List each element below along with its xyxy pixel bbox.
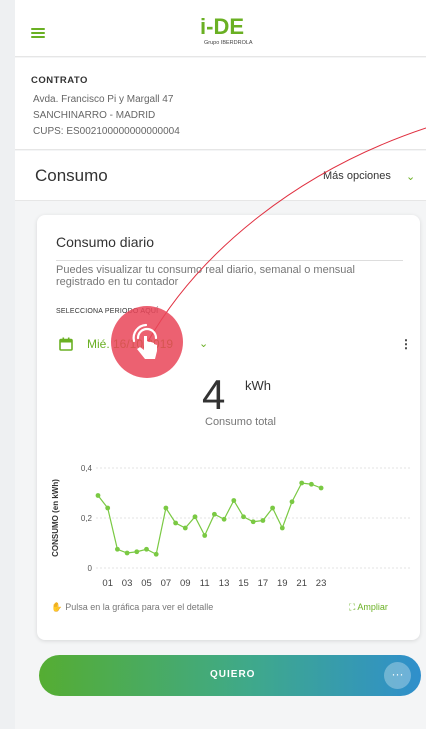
app-screen: i-DE Grupo IBERDROLA CONTRATO Avda. Fran… (15, 0, 426, 729)
data-point (270, 505, 275, 511)
zoom-label: Ampliar (357, 602, 388, 612)
consumo-header: Consumo Más opciones ⌄ (15, 151, 426, 201)
logo-subtitle: Grupo IBERDROLA (204, 40, 253, 46)
zoom-button[interactable]: ⛶ Ampliar (349, 602, 388, 613)
y-axis-label: CONSUMO (en kWh) (51, 479, 60, 557)
data-point (250, 519, 256, 525)
data-point (192, 514, 198, 520)
more-dots-icon[interactable]: ··· (384, 662, 411, 689)
data-point (163, 505, 169, 511)
data-point (95, 493, 101, 498)
x-tick-label: 17 (258, 578, 269, 589)
y-tick-label: 0 (88, 564, 93, 573)
data-point (299, 480, 305, 486)
data-point (260, 518, 266, 523)
contract-city: SANCHINARRO - MADRID (33, 110, 156, 121)
brand-logo: i-DE Grupo IBERDROLA (200, 14, 260, 48)
data-point (318, 485, 324, 491)
logo-wordmark: i-DE (200, 14, 244, 39)
data-point (105, 505, 111, 511)
series-line (97, 482, 322, 556)
data-point (182, 525, 188, 531)
quiero-label: QUIERO (210, 669, 256, 680)
data-point (115, 546, 120, 552)
x-tick-label: 03 (122, 578, 133, 589)
total-unit: kWh (245, 378, 271, 393)
quiero-button[interactable]: QUIERO ··· (39, 655, 421, 696)
data-point (134, 549, 140, 555)
data-point (221, 516, 227, 522)
x-tick-label: 09 (180, 578, 191, 589)
contract-title: CONTRATO (31, 75, 88, 86)
data-point (289, 499, 295, 505)
contract-panel[interactable]: CONTRATO Avda. Francisco Pi y Margall 47… (15, 58, 426, 150)
calendar-icon[interactable] (59, 337, 73, 351)
tap-indicator (111, 306, 183, 378)
card-title: Consumo diario (56, 234, 155, 250)
chevron-down-icon[interactable]: ⌄ (406, 170, 415, 183)
total-label: Consumo total (205, 416, 276, 428)
daily-consumption-card: Consumo diario Puedes visualizar tu cons… (37, 215, 420, 640)
contract-cups: CUPS: ES002100000000000004 (33, 126, 180, 137)
data-point (212, 511, 217, 517)
x-tick-label: 07 (161, 578, 172, 589)
total-value: 4 (202, 371, 226, 418)
consumption-chart[interactable]: 0 0,2 0,4 CONSUMO (en kWh) 01 03 05 07 09 11 13 15 1… (37, 458, 420, 593)
data-point (241, 514, 246, 520)
y-tick-label: 0,2 (81, 514, 93, 523)
x-tick-label: 13 (219, 578, 230, 589)
card-divider (56, 260, 403, 261)
tap-hand-icon (132, 323, 158, 359)
data-point (202, 533, 208, 538)
kebab-menu-icon[interactable]: ⋮ (400, 337, 412, 351)
expand-icon: ⛶ (349, 602, 356, 612)
x-tick-label: 23 (316, 578, 327, 589)
data-point (231, 498, 237, 503)
section-title: Consumo (35, 166, 108, 185)
data-point (124, 550, 130, 556)
card-description: Puedes visualizar tu consumo real diario… (56, 264, 355, 288)
data-point (309, 481, 314, 487)
x-tick-label: 21 (296, 578, 307, 589)
hand-pointer-icon: ✋ (51, 602, 63, 612)
hamburger-icon[interactable] (31, 28, 45, 38)
data-point (173, 520, 179, 526)
more-options-button[interactable]: Más opciones (323, 170, 391, 182)
y-tick-label: 0,4 (81, 464, 93, 473)
chart-hint-text: Pulsa en la gráfica para ver el detalle (65, 602, 214, 612)
x-tick-label: 19 (277, 578, 288, 589)
x-tick-label: 05 (141, 578, 152, 589)
contract-address: Avda. Francisco Pi y Margall 47 (33, 94, 174, 105)
top-bar: i-DE Grupo IBERDROLA (15, 0, 426, 57)
data-point (153, 551, 159, 557)
data-point (144, 546, 149, 552)
x-tick-label: 01 (102, 578, 113, 589)
x-tick-label: 11 (200, 578, 210, 589)
chart-hint: ✋ Pulsa en la gráfica para ver el detalle (51, 602, 213, 613)
date-chevron-icon[interactable]: ⌄ (199, 337, 208, 350)
x-tick-label: 15 (238, 578, 249, 589)
data-point (279, 525, 285, 531)
